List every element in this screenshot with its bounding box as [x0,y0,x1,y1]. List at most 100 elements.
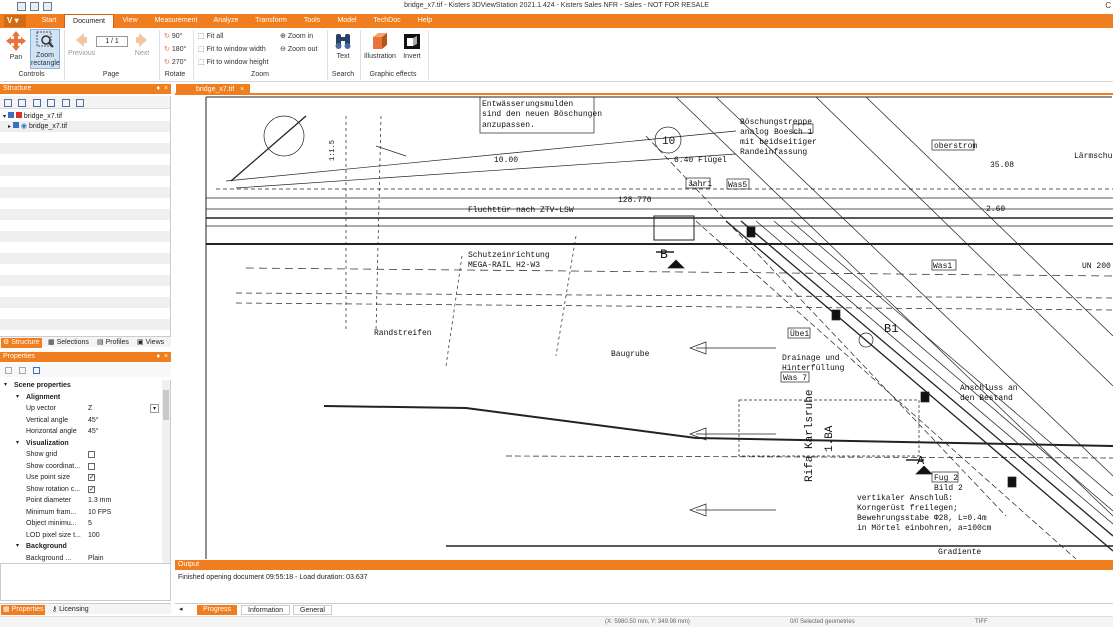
dropdown-arrow-icon[interactable]: ▾ [150,404,159,413]
tab-licensing[interactable]: ⚷ Licensing [50,605,91,615]
tab-structure[interactable]: ⚙ Structure [1,338,42,348]
tree-item-root[interactable]: ▾ bridge_x7.tif [3,112,62,120]
property-row[interactable]: ▾ Visualization [0,438,160,450]
property-value[interactable]: 1.3 mm [88,495,111,506]
drawing-canvas[interactable]: Entwässerungsmulden sind den neuen Bösch… [176,96,1113,559]
property-row[interactable]: Show rotation c... ✓ [0,484,160,496]
property-value[interactable]: 10 FPS [88,507,111,518]
property-row[interactable]: Minimum fram... 10 FPS [0,507,160,519]
property-row[interactable]: Object minimu... 5 [0,518,160,530]
property-value[interactable]: 45° [88,426,99,437]
filter-icon[interactable] [19,367,26,374]
collapse-icon[interactable] [47,99,55,107]
property-row[interactable]: Point diameter 1.3 mm [0,495,160,507]
property-checkbox[interactable]: ✓ [88,485,95,493]
drawing-label: anzupassen. [482,121,535,130]
rotate-180-button[interactable]: ↻ 180° [164,45,186,53]
expand-all-icon[interactable] [4,99,12,107]
zoom-in-button[interactable]: ⊕ Zoom in [280,32,313,40]
zoom-rectangle-button[interactable]: Zoom rectangle [30,29,60,69]
fit-all-button[interactable]: ⬚ Fit all [198,32,223,40]
properties-icon[interactable] [33,367,40,374]
sort-icon[interactable] [5,367,12,374]
tab-progress[interactable]: Progress [197,605,238,615]
expand-arrow-icon[interactable]: ▾ [4,380,7,391]
property-key: Horizontal angle [26,428,77,435]
property-checkbox[interactable]: ✓ [88,474,95,481]
tree-item-child[interactable]: ▸ ◉ bridge_x7.tif [8,122,67,130]
property-value[interactable]: Z [88,403,92,414]
pin-icon[interactable]: ♦ [156,353,160,360]
checkbox-icon[interactable] [12,122,19,128]
document-tab[interactable]: bridge_x7.tif × [176,84,250,95]
grid-view-icon[interactable] [62,99,70,107]
previous-button[interactable]: Previous [68,32,95,57]
property-value[interactable]: 5 [88,518,92,529]
property-row[interactable]: Vertical angle 45° [0,415,160,427]
expand-icon[interactable] [33,99,41,107]
scrollbar-thumb[interactable] [163,390,169,420]
property-row[interactable]: LOD pixel size t... 100 [0,530,160,542]
fit-width-button[interactable]: ⬚ Fit to window width [198,45,266,53]
tab-start[interactable]: Start [34,14,64,28]
structure-panel: ▾ bridge_x7.tif ▸ ◉ bridge_x7.tif [0,96,171,336]
expand-arrow-icon[interactable]: ▾ [16,392,19,403]
tab-document[interactable]: Document [64,14,114,28]
expand-arrow-icon[interactable]: ▾ [16,541,19,552]
close-icon[interactable]: × [240,86,244,93]
tab-view[interactable]: View [114,14,146,28]
fit-icon: ⬚ [198,33,205,40]
tab-analyze[interactable]: Analyze [208,14,244,28]
window-title: bridge_x7.tif - Kisters 3DViewStation 20… [404,2,709,9]
property-row[interactable]: Use point size ✓ [0,472,160,484]
rotate-270-button[interactable]: ↻ 270° [164,58,186,66]
rotate-90-button[interactable]: ↻ 90° [164,32,182,40]
property-checkbox[interactable] [88,451,95,458]
property-checkbox[interactable] [88,462,95,470]
output-tabs: ◂ Progress Information General [175,603,1113,615]
eye-icon[interactable]: ◉ [21,123,27,130]
tab-general[interactable]: General [293,605,332,615]
tree-view-icon[interactable] [76,99,84,107]
tab-measurement[interactable]: Measurement [150,14,202,28]
property-value[interactable]: Plain [88,553,104,564]
tab-profiles[interactable]: ▤ Profiles [95,338,131,348]
tab-model[interactable]: Model [332,14,362,28]
pan-button[interactable]: Pan [3,30,29,61]
property-row[interactable]: ▾ Alignment [0,392,160,404]
expand-arrow-icon[interactable]: ▾ [16,438,19,449]
text-search-button[interactable]: Text [331,31,355,60]
tab-techdoc[interactable]: TechDoc [368,14,406,28]
tab-information[interactable]: Information [241,605,291,615]
invert-button[interactable]: Invert [400,31,424,60]
properties-scrollbar[interactable] [162,380,170,563]
property-row[interactable]: ▾ Scene properties [0,380,160,392]
close-icon[interactable]: × [164,85,168,92]
illustration-button[interactable]: Illustration [362,31,398,60]
tab-transform[interactable]: Transform [250,14,292,28]
tab-views[interactable]: ▣ Views [135,338,166,348]
close-icon[interactable]: × [164,353,168,360]
property-row[interactable]: Horizontal angle 45° [0,426,160,438]
property-row[interactable]: ▾ Background [0,541,160,553]
fit-height-button[interactable]: ⬚ Fit to window height [198,58,268,66]
tab-selections[interactable]: ▦ Selections [46,338,91,348]
property-value[interactable]: 100 [88,530,100,541]
output-left-arrow-icon[interactable]: ◂ [177,605,185,615]
next-button[interactable]: Next [130,32,154,57]
zoom-out-button[interactable]: ⊖ Zoom out [280,45,317,53]
property-row[interactable]: Show grid [0,449,160,461]
property-value[interactable]: 45° [88,415,99,426]
tab-help[interactable]: Help [412,14,438,28]
page-input[interactable]: 1 / 1 [96,36,128,47]
tab-tools[interactable]: Tools [298,14,326,28]
property-row[interactable]: Show coordinat... [0,461,160,473]
status-bar: (X: 5980.50 mm, Y: 349.98 mm) 0/0 Select… [0,616,1113,627]
pin-icon[interactable]: ♦ [156,85,160,92]
tab-properties[interactable]: ▦ Properties [1,605,46,615]
window-close-icon[interactable]: C [1105,1,1111,10]
property-key: Show rotation c... [26,485,81,493]
property-row[interactable]: Up vector Z ▾ [0,403,160,415]
app-menu-button[interactable]: V ▾ [4,15,26,27]
collapse-all-icon[interactable] [18,99,26,107]
